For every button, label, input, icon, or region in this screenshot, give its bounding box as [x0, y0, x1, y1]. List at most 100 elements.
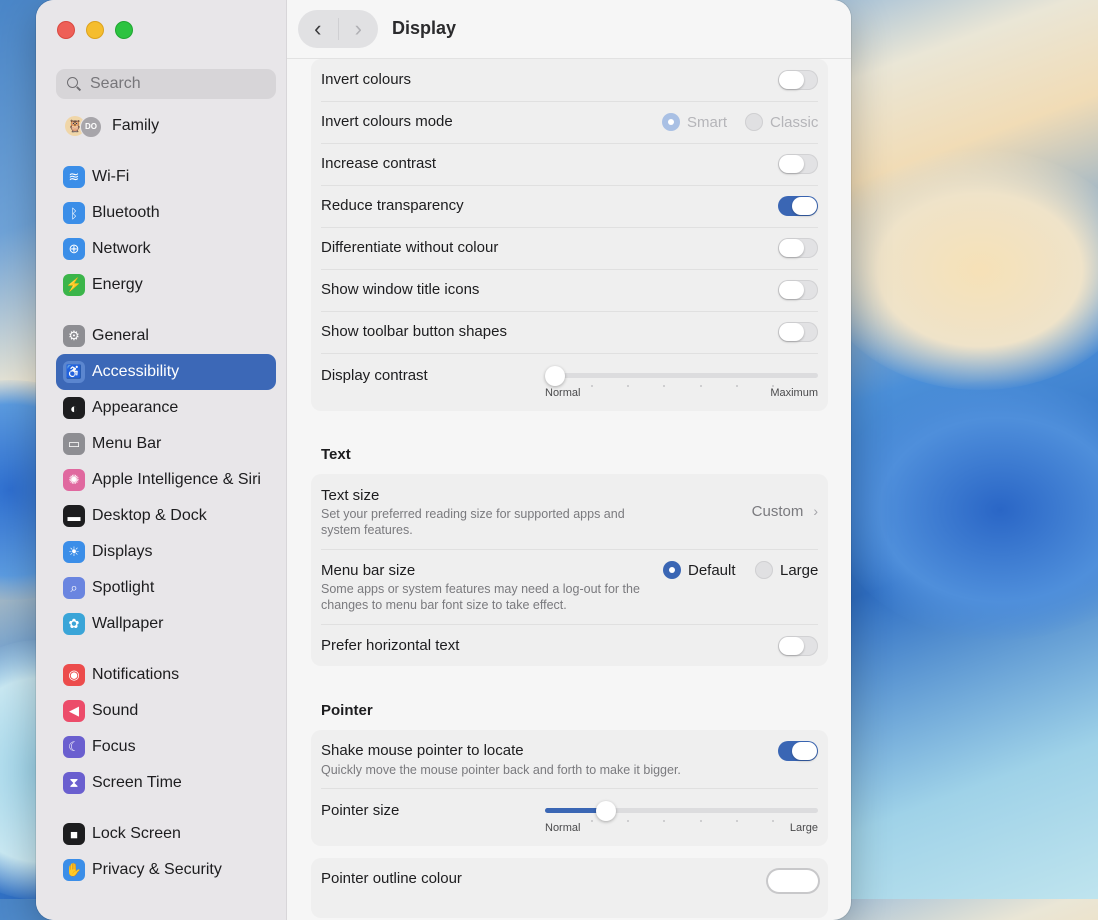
sidebar-item-label: Notifications [92, 666, 180, 683]
slider-tick [771, 385, 774, 387]
search-input[interactable] [88, 74, 272, 94]
shake-pointer-description: Quickly move the mouse pointer back and … [321, 763, 681, 777]
sidebar-item-label: Energy [92, 276, 143, 293]
radio-smart-label: Smart [687, 113, 728, 131]
slider-tick [735, 385, 738, 387]
sidebar-item-label: Desktop & Dock [92, 507, 207, 524]
sidebar-item-energy[interactable]: ⚡ Energy [56, 267, 276, 303]
pointer-outline-colour-row: Pointer outline colour [321, 858, 818, 900]
sidebar-item-displays[interactable]: ☀ Displays [56, 534, 276, 570]
sidebar-item-notifications[interactable]: ◉ Notifications [56, 657, 276, 693]
sidebar-item-label: General [92, 327, 149, 344]
increase-contrast-row: Increase contrast [321, 143, 818, 186]
differentiate-without-colour-label: Differentiate without colour [321, 239, 499, 256]
show-window-title-icons-toggle[interactable] [778, 280, 818, 300]
display-options-card: Invert colours Invert colours mode Smart… [311, 59, 828, 411]
differentiate-without-colour-toggle[interactable] [778, 238, 818, 258]
appearance-icon: ◐ [63, 397, 85, 419]
moon-icon: ☾ [63, 736, 85, 758]
prefer-horizontal-text-label: Prefer horizontal text [321, 637, 460, 654]
menu-bar-size-label: Menu bar size [321, 562, 416, 579]
reduce-transparency-toggle[interactable] [778, 196, 818, 216]
sidebar-item-lock-screen[interactable]: ■ Lock Screen [56, 816, 276, 852]
accessibility-icon: ♿ [63, 361, 85, 383]
radio-classic[interactable]: Classic [745, 113, 818, 131]
minimize-button[interactable] [86, 21, 104, 39]
radio-large-label: Large [780, 561, 819, 579]
sidebar: 🦉 DO Family ≋ Wi-Fi ᛒ Bluetooth ⊕ Network ⚡ Ene… [36, 0, 287, 920]
sidebar-item-focus[interactable]: ☾ Focus [56, 729, 276, 765]
family-avatars: 🦉 DO [65, 115, 105, 138]
main-pane: ‹ › Display Invert colours Invert colour… [287, 0, 851, 920]
navigation-buttons: ‹ › [298, 10, 378, 48]
sidebar-item-spotlight[interactable]: ⌕ Spotlight [56, 570, 276, 606]
slider-tick [627, 820, 630, 822]
sidebar-item-bluetooth[interactable]: ᛒ Bluetooth [56, 195, 276, 231]
shake-pointer-row: Shake mouse pointer to locate Quickly mo… [321, 730, 818, 789]
close-button[interactable] [57, 21, 75, 39]
spotlight-icon: ⌕ [63, 577, 85, 599]
sidebar-item-label: Sound [92, 702, 139, 719]
slider-tick [699, 820, 702, 822]
sidebar-item-network[interactable]: ⊕ Network [56, 231, 276, 267]
reduce-transparency-row: Reduce transparency [321, 185, 818, 228]
sidebar-item-label: Appearance [92, 399, 179, 416]
sidebar-item-privacy-security[interactable]: ✋ Privacy & Security [56, 852, 276, 888]
sidebar-item-label: Focus [92, 738, 136, 755]
show-toolbar-button-shapes-toggle[interactable] [778, 322, 818, 342]
pointer-size-row: Pointer size Normal Large [321, 788, 818, 846]
sidebar-item-general[interactable]: ⚙ General [56, 318, 276, 354]
slider-thumb[interactable] [595, 801, 616, 821]
prefer-horizontal-text-row: Prefer horizontal text [321, 624, 818, 666]
sidebar-item-label: Bluetooth [92, 204, 160, 221]
sidebar-item-sound[interactable]: ◀ Sound [56, 693, 276, 729]
invert-colours-row: Invert colours [321, 59, 818, 102]
pointer-options-card: Shake mouse pointer to locate Quickly mo… [311, 730, 828, 846]
text-size-value-button[interactable]: Custom › [752, 503, 818, 520]
shake-pointer-toggle[interactable] [778, 741, 818, 761]
sidebar-item-family[interactable]: 🦉 DO Family [65, 115, 159, 138]
search-icon [67, 77, 81, 91]
shake-pointer-label: Shake mouse pointer to locate [321, 742, 524, 759]
sidebar-item-apple-intelligence-siri[interactable]: ✺ Apple Intelligence & Siri [56, 462, 276, 498]
back-button[interactable]: ‹ [298, 10, 338, 48]
sidebar-item-wallpaper[interactable]: ✿ Wallpaper [56, 606, 276, 642]
bluetooth-icon: ᛒ [63, 202, 85, 224]
text-size-row[interactable]: Text size Set your preferred reading siz… [321, 474, 818, 550]
sidebar-item-desktop-dock[interactable]: ▬ Desktop & Dock [56, 498, 276, 534]
sidebar-item-accessibility[interactable]: ♿ Accessibility [56, 354, 276, 390]
sidebar-item-label: Privacy & Security [92, 861, 222, 878]
invert-colours-toggle[interactable] [778, 70, 818, 90]
radio-default-label: Default [688, 561, 736, 579]
forward-button[interactable]: › [338, 10, 378, 48]
radio-default[interactable]: Default [663, 561, 736, 579]
pointer-size-slider[interactable]: Normal Large [545, 800, 818, 834]
display-contrast-slider[interactable]: Normal Maximum [545, 365, 818, 399]
sidebar-item-label: Lock Screen [92, 825, 181, 842]
menubar-icon: ▭ [63, 433, 85, 455]
sidebar-item-label: Accessibility [92, 363, 180, 380]
sidebar-item-appearance[interactable]: ◐ Appearance [56, 390, 276, 426]
pointer-section-heading: Pointer [321, 702, 373, 719]
sidebar-item-label: Apple Intelligence & Siri [92, 471, 261, 488]
slider-min-label: Normal [545, 822, 581, 834]
slider-tick [591, 385, 594, 387]
speaker-icon: ◀ [63, 700, 85, 722]
radio-large[interactable]: Large [755, 561, 818, 579]
increase-contrast-toggle[interactable] [778, 154, 818, 174]
prefer-horizontal-text-toggle[interactable] [778, 636, 818, 656]
show-toolbar-button-shapes-row: Show toolbar button shapes [321, 311, 818, 354]
siri-icon: ✺ [63, 469, 85, 491]
slider-tick [735, 820, 738, 822]
sidebar-item-label: Wallpaper [92, 615, 164, 632]
sidebar-item-screen-time[interactable]: ⧗ Screen Time [56, 765, 276, 801]
search-field[interactable] [56, 69, 276, 99]
sidebar-item-wi-fi[interactable]: ≋ Wi-Fi [56, 159, 276, 195]
menu-bar-size-row: Menu bar size Some apps or system featur… [321, 549, 818, 625]
sidebar-item-label: Displays [92, 543, 153, 560]
radio-smart[interactable]: Smart [662, 113, 727, 131]
zoom-button[interactable] [115, 21, 133, 39]
sidebar-item-menu-bar[interactable]: ▭ Menu Bar [56, 426, 276, 462]
slider-thumb[interactable] [545, 366, 565, 386]
pointer-outline-colour-well[interactable] [768, 870, 818, 892]
